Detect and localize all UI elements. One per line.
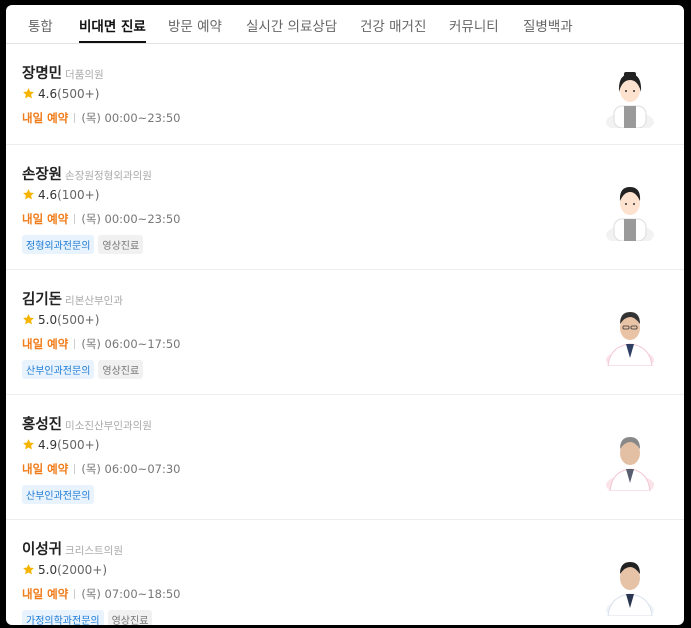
rating-value: 4.6 — [38, 87, 58, 101]
doctor-photo-icon — [606, 437, 654, 491]
review-count: (500+) — [57, 313, 100, 327]
doctor-name: 홍성진 — [22, 417, 63, 433]
rating: 4.6(100+) — [22, 188, 99, 202]
specialty-tag: 정형외과전문의 — [22, 235, 95, 254]
tag-list: 정형외과전문의 영상진료 — [22, 234, 147, 254]
schedule-time: (목) 00:00~23:50 — [81, 212, 181, 226]
doctor-list-panel: 통합 비대면 진료 방문 예약 실시간 의료상담 건강 매거진 커뮤니티 질병백… — [6, 5, 684, 625]
schedule: 내일 예약 (목) 07:00~18:50 — [22, 586, 180, 602]
star-icon — [23, 314, 34, 325]
doctor-card[interactable]: 이성귀 크리스트의원 5.0(2000+) 내일 예약 (목) 07:00~18:5… — [6, 520, 684, 625]
star-icon — [23, 189, 34, 200]
category-tabs: 통합 비대면 진료 방문 예약 실시간 의료상담 건강 매거진 커뮤니티 질병백… — [6, 5, 684, 44]
doctor-card[interactable]: 홍성진 미소진산부인과의원 4.9(500+) 내일 예약 (목) 06:00~07… — [6, 395, 684, 520]
doctor-name: 장명민 — [22, 66, 63, 82]
doctor-name: 김기돈 — [22, 292, 63, 308]
tab-community[interactable]: 커뮤니티 — [449, 15, 499, 43]
schedule-label: 내일 예약 — [22, 337, 69, 351]
tab-health-magazine[interactable]: 건강 매거진 — [360, 15, 426, 43]
tab-telemedicine[interactable]: 비대면 진료 — [79, 15, 146, 43]
doctor-name: 손장원 — [22, 167, 63, 183]
schedule-time: (목) 07:00~18:50 — [81, 587, 181, 601]
specialty-tag: 가정의학과전문의 — [22, 610, 104, 625]
tab-live-consult[interactable]: 실시간 의료상담 — [246, 15, 337, 43]
star-icon — [23, 439, 34, 450]
clinic-name: 더품의원 — [65, 69, 104, 81]
schedule-label: 내일 예약 — [22, 462, 69, 476]
doctor-card[interactable]: 김기돈 리본산부인과 5.0(500+) 내일 예약 (목) 06:00~17:50… — [6, 270, 684, 395]
schedule-time: (목) 06:00~07:30 — [81, 462, 181, 476]
schedule-label: 내일 예약 — [22, 587, 69, 601]
tag-list: 가정의학과전문의 영상진료 — [22, 609, 156, 625]
schedule: 내일 예약 (목) 06:00~07:30 — [22, 461, 180, 477]
tag-list: 산부인과전문의 — [22, 484, 98, 504]
rating: 4.6(500+) — [22, 87, 99, 101]
star-icon — [23, 564, 34, 575]
schedule-time: (목) 00:00~23:50 — [81, 111, 181, 125]
schedule-label: 내일 예약 — [22, 212, 69, 226]
video-consult-tag: 영상진료 — [98, 360, 144, 379]
divider — [74, 113, 76, 123]
tab-disease-encyclopedia[interactable]: 질병백과 — [523, 15, 573, 43]
review-count: (100+) — [57, 188, 100, 202]
doctor-name: 이성귀 — [22, 542, 63, 558]
divider — [74, 339, 76, 349]
clinic-name: 손장원정형외과의원 — [65, 170, 152, 182]
doctor-photo-icon — [606, 312, 654, 366]
rating-value: 4.6 — [38, 188, 58, 202]
specialty-tag: 산부인과전문의 — [22, 360, 95, 379]
rating-value: 5.0 — [38, 563, 58, 577]
doctor-card[interactable]: 손장원 손장원정형외과의원 4.6(100+) 내일 예약 (목) 00:00~23… — [6, 145, 684, 270]
tab-visit-booking[interactable]: 방문 예약 — [168, 15, 222, 43]
rating: 5.0(500+) — [22, 313, 99, 327]
divider — [74, 214, 76, 224]
video-consult-tag: 영상진료 — [107, 610, 153, 625]
specialty-tag: 산부인과전문의 — [22, 485, 95, 504]
star-icon — [23, 88, 34, 99]
review-count: (2000+) — [57, 563, 108, 577]
schedule: 내일 예약 (목) 00:00~23:50 — [22, 110, 180, 126]
schedule-time: (목) 06:00~17:50 — [81, 337, 181, 351]
review-count: (500+) — [57, 87, 100, 101]
clinic-name: 크리스트의원 — [65, 545, 123, 557]
rating: 4.9(500+) — [22, 438, 99, 452]
male-doctor-avatar-icon — [606, 187, 654, 241]
female-doctor-avatar-icon — [606, 72, 654, 128]
video-consult-tag: 영상진료 — [98, 235, 144, 254]
schedule-label: 내일 예약 — [22, 111, 69, 125]
clinic-name: 리본산부인과 — [65, 295, 123, 307]
doctor-photo-icon — [606, 562, 654, 616]
schedule: 내일 예약 (목) 00:00~23:50 — [22, 211, 180, 227]
review-count: (500+) — [57, 438, 100, 452]
tab-all[interactable]: 통합 — [28, 15, 53, 43]
rating: 5.0(2000+) — [22, 563, 107, 577]
divider — [74, 589, 76, 599]
rating-value: 5.0 — [38, 313, 58, 327]
rating-value: 4.9 — [38, 438, 58, 452]
tag-list: 산부인과전문의 영상진료 — [22, 359, 147, 379]
doctor-card[interactable]: 장명민 더품의원 4.6(500+) 내일 예약 (목) 00:00~23:50 — [6, 44, 684, 145]
schedule: 내일 예약 (목) 06:00~17:50 — [22, 336, 180, 352]
clinic-name: 미소진산부인과의원 — [65, 420, 152, 432]
divider — [74, 464, 76, 474]
